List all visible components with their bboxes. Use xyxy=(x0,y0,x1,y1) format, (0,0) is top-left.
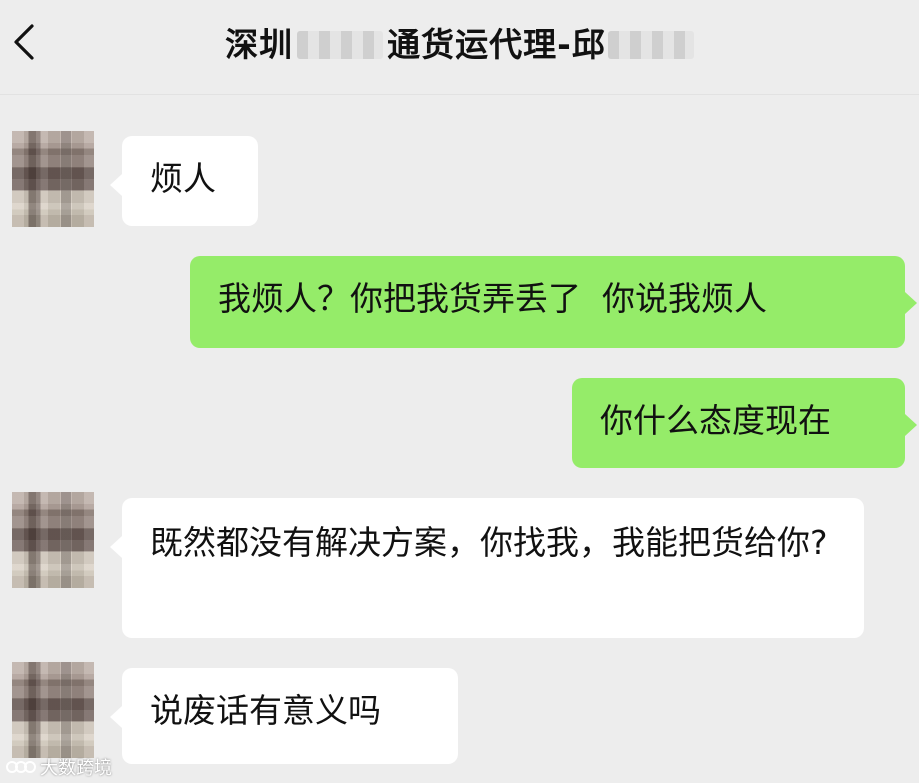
message-text: 烦人 xyxy=(150,159,216,198)
chat-title-prefix: 深圳 xyxy=(225,25,294,64)
message-bubble-incoming[interactable]: 既然都没有解决方案，你找我，我能把货给你? xyxy=(110,498,864,638)
message-text: 你什么态度现在 xyxy=(600,401,831,440)
message-bubble-outgoing[interactable]: 你什么态度现在 xyxy=(572,378,917,468)
watermark: 大数跨境 xyxy=(6,754,112,780)
avatar[interactable] xyxy=(12,492,94,588)
message-text: 我烦人？你把我货弄丢了 你说我烦人 xyxy=(218,279,767,318)
logo-icon xyxy=(6,761,36,773)
avatar[interactable] xyxy=(12,662,94,758)
redacted-block xyxy=(607,31,694,59)
avatar[interactable] xyxy=(12,131,94,227)
chat-header: 深圳 通货运代理-邱 xyxy=(0,0,919,95)
message-text: 说废话有意义吗 xyxy=(150,691,381,730)
chat-title-suffix: 通货运代理-邱 xyxy=(387,25,606,64)
message-text: 既然都没有解决方案，你找我，我能把货给你? xyxy=(150,523,828,562)
chat-screen: 深圳 通货运代理-邱 烦人 我烦人？你把我货弄丢了 你说我烦人 你什么态度现在 既… xyxy=(0,0,919,783)
chat-title: 深圳 通货运代理-邱 xyxy=(225,18,694,66)
redacted-block xyxy=(297,31,384,59)
message-bubble-outgoing[interactable]: 我烦人？你把我货弄丢了 你说我烦人 xyxy=(190,256,917,348)
watermark-text: 大数跨境 xyxy=(40,758,112,779)
message-bubble-incoming[interactable]: 说废话有意义吗 xyxy=(110,668,458,764)
message-bubble-incoming[interactable]: 烦人 xyxy=(110,136,258,226)
chat-title-wrap: 深圳 通货运代理-邱 xyxy=(0,0,919,84)
